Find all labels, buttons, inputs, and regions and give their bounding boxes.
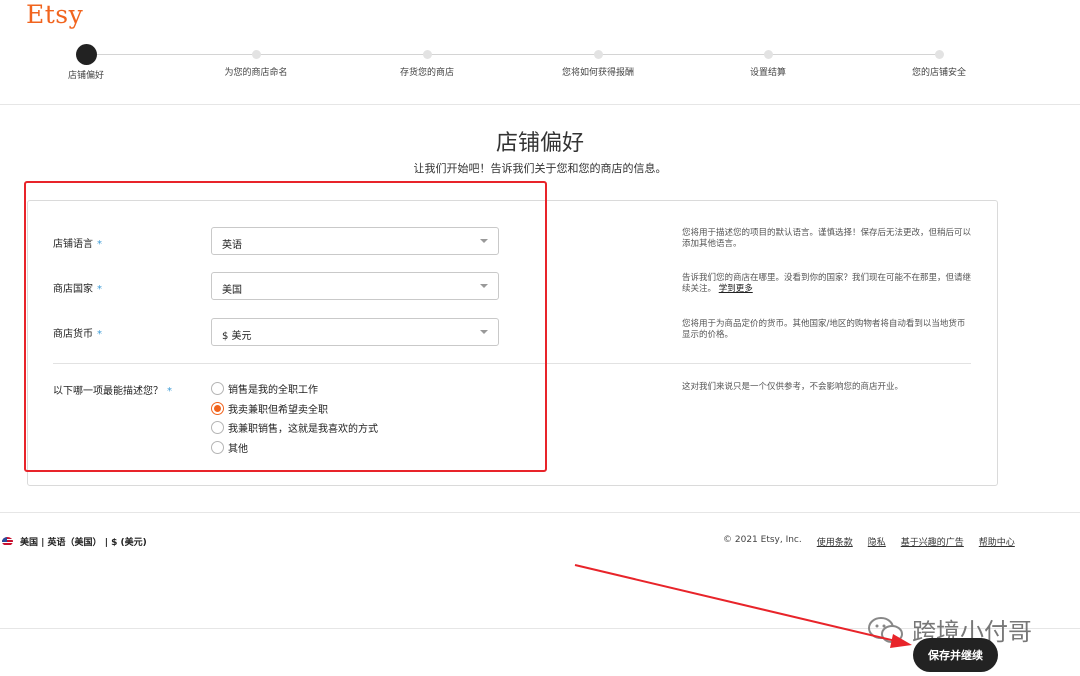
step-stock-shop: 存货您的商店 xyxy=(347,40,507,78)
locale-text: 美国 | 英语（美国） | $ (美元) xyxy=(20,538,147,548)
copyright: © 2021 Etsy, Inc. xyxy=(723,535,802,545)
learn-more-link[interactable]: 学到更多 xyxy=(719,284,753,294)
terms-link[interactable]: 使用条款 xyxy=(817,535,853,548)
footer-divider xyxy=(0,512,1080,513)
wechat-icon xyxy=(868,616,903,643)
interest-ads-link[interactable]: 基于兴趣的广告 xyxy=(901,535,964,548)
describe-help: 这对我们来说只是一个仅供参考，不会影响您的商店开业。 xyxy=(682,382,904,392)
step-label: 为您的商店命名 xyxy=(224,68,288,78)
step-label: 店铺偏好 xyxy=(67,71,104,81)
page-subtitle: 让我们开始吧！告诉我们关于您和您的商店的信息。 xyxy=(413,162,667,175)
step-dot xyxy=(763,50,773,59)
header-divider xyxy=(0,104,1080,105)
help-center-link[interactable]: 帮助中心 xyxy=(979,535,1015,548)
step-get-paid: 您将如何获得报酬 xyxy=(518,40,678,78)
step-label: 存货您的商店 xyxy=(399,68,454,78)
us-flag-icon xyxy=(2,537,13,546)
step-shop-preferences: 店铺偏好 xyxy=(6,40,166,81)
privacy-link[interactable]: 隐私 xyxy=(868,535,886,548)
step-shop-security: 您的店铺安全 xyxy=(859,40,1019,78)
country-help: 告诉我们您的商店在哪里。没看到你的国家？我们现在可能不在那里，但请继续关注。 学… xyxy=(682,273,972,294)
progress-stepper: 店铺偏好 为您的商店命名 存货您的商店 您将如何获得报酬 设置结算 您的店铺安全 xyxy=(0,40,1080,100)
step-name-shop: 为您的商店命名 xyxy=(176,40,336,78)
language-help: 您将用于描述您的项目的默认语言。谨慎选择！保存后无法更改，但稍后可以添加其他语言… xyxy=(682,228,972,249)
locale-settings[interactable]: 美国 | 英语（美国） | $ (美元) xyxy=(2,535,147,548)
step-dot xyxy=(593,50,603,59)
step-dot xyxy=(251,50,261,59)
step-dot xyxy=(422,50,432,59)
currency-help: 您将用于为商品定价的货币。其他国家/地区的购物者将自动看到以当地货币显示的价格。 xyxy=(682,319,966,340)
footer-links: © 2021 Etsy, Inc. 使用条款 隐私 基于兴趣的广告 帮助中心 xyxy=(723,535,1015,548)
step-label: 您的店铺安全 xyxy=(911,68,966,78)
step-dot xyxy=(934,50,944,59)
page-title: 店铺偏好 xyxy=(495,131,584,156)
step-billing: 设置结算 xyxy=(688,40,848,78)
save-and-continue-button[interactable]: 保存并继续 xyxy=(913,638,998,672)
step-label: 设置结算 xyxy=(749,68,786,78)
step-dot xyxy=(75,44,97,65)
annotation-highlight-box xyxy=(24,181,547,472)
etsy-logo[interactable]: Etsy xyxy=(26,0,83,29)
step-label: 您将如何获得报酬 xyxy=(561,68,634,78)
